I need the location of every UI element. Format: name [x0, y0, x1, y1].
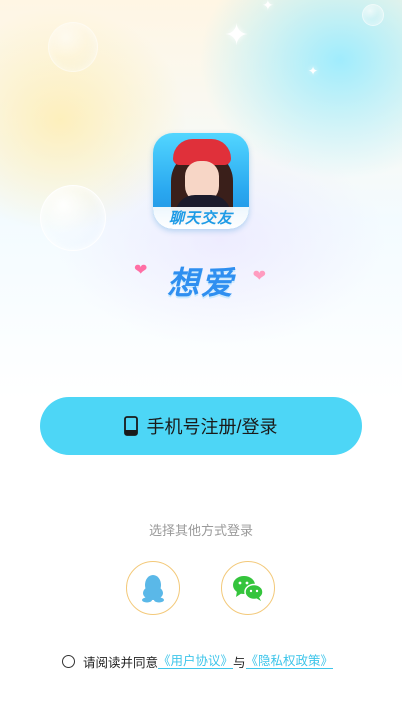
qq-login-button[interactable]	[126, 561, 180, 615]
phone-login-label: 手机号注册/登录	[146, 417, 278, 437]
sparkle-icon: ✦	[262, 0, 274, 14]
brand-logo: ❤ 想爱 ❤	[130, 258, 272, 308]
decorative-bubble	[362, 4, 384, 26]
app-icon-caption: 聊天交友	[153, 207, 249, 229]
wechat-icon	[233, 576, 264, 601]
privacy-policy-link[interactable]: 《隐私权政策》	[245, 653, 334, 669]
decorative-bubble	[48, 22, 98, 72]
user-agreement-link[interactable]: 《用户协议》	[158, 653, 234, 669]
other-login-title: 选择其他方式登录	[148, 524, 253, 539]
app-logo: 聊天交友	[153, 133, 249, 229]
decorative-bubble	[40, 185, 106, 251]
agreement-row: 请阅读并同意 《用户协议》 与 《隐私权政策》	[62, 651, 334, 671]
sparkle-icon: ✦	[224, 18, 250, 53]
brand-name: 想爱	[166, 264, 235, 302]
heart-icon: ❤	[252, 266, 266, 285]
heart-icon: ❤	[134, 260, 148, 279]
wechat-login-button[interactable]	[221, 561, 275, 615]
qq-penguin-icon	[142, 575, 164, 603]
sparkle-icon: ✦	[308, 64, 319, 78]
phone-login-button[interactable]: 手机号注册/登录	[40, 397, 362, 455]
agreement-conjunction: 与	[233, 654, 246, 670]
phone-icon	[124, 416, 139, 436]
agreement-prefix: 请阅读并同意	[83, 654, 159, 670]
agreement-checkbox[interactable]	[62, 654, 75, 668]
